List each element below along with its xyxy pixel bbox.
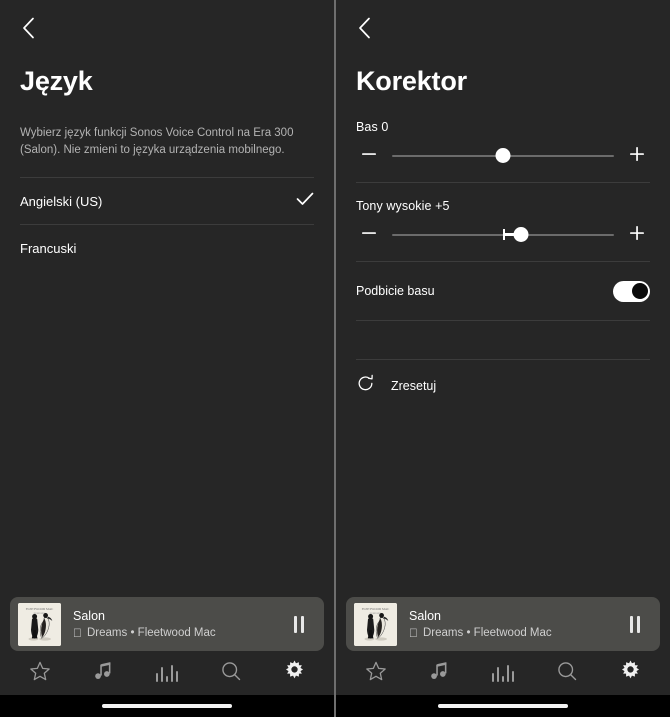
tab-search[interactable] [545, 653, 589, 693]
language-option-list: Angielski (US) Francuski [0, 177, 334, 271]
tab-favorites[interactable] [354, 653, 398, 693]
gear-icon [619, 659, 642, 687]
equalizer-bars-icon [491, 664, 515, 682]
tab-settings[interactable] [608, 653, 652, 693]
now-playing-bar[interactable]: FLEETWOOD MAC RUMOURS Salon Dreams • Fle… [346, 597, 660, 651]
album-art: FLEETWOOD MAC RUMOURS [354, 602, 397, 646]
treble-increase-button[interactable] [624, 223, 650, 247]
star-icon [29, 660, 51, 687]
bass-slider-label: Bas 0 [356, 120, 389, 134]
now-playing-track: Dreams • Fleetwood Mac [78, 626, 216, 639]
page-title-equalizer: Korektor [356, 66, 467, 96]
now-playing-text: Salon  Dreams • Fleetwood Mac [73, 608, 284, 641]
treble-slider-block: Tony wysokie +5 [356, 199, 650, 262]
now-playing-bar[interactable]: FLEETWOOD MAC RUMOURS Salon Dreams • Fle… [10, 597, 324, 651]
gear-icon [283, 659, 306, 687]
toggle-knob [631, 283, 648, 299]
album-art: FLEETWOOD MAC RUMOURS [18, 602, 61, 646]
apple-music-icon:  [73, 626, 82, 640]
bass-increase-button[interactable] [624, 144, 650, 168]
pause-icon [630, 615, 633, 633]
bass-slider-block: Bas 0 [356, 120, 650, 183]
language-bottom-area: FLEETWOOD MAC RUMOURS Salon Dreams • Fle… [0, 597, 334, 717]
pause-button[interactable] [620, 609, 650, 639]
eq-spacer-row [356, 321, 650, 360]
home-indicator-area [0, 695, 334, 717]
language-option-english[interactable]: Angielski (US) [20, 177, 314, 224]
search-icon [556, 660, 578, 687]
minus-icon [361, 146, 377, 167]
dual-screenshot-container: Język Wybierz język funkcji Sonos Voice … [0, 0, 670, 717]
tab-music[interactable] [81, 653, 125, 693]
star-icon [365, 660, 387, 687]
back-button-language[interactable] [14, 14, 42, 42]
check-icon [296, 192, 314, 211]
equalizer-bars-icon [155, 664, 179, 682]
equalizer-screen: Korektor Bas 0 Tony wysokie +5 Podbicie … [336, 0, 670, 717]
bass-slider-row [356, 144, 650, 168]
svg-text:FLEETWOOD MAC: FLEETWOOD MAC [362, 607, 390, 611]
back-button-equalizer[interactable] [350, 14, 378, 42]
home-indicator[interactable] [438, 704, 568, 708]
tab-favorites[interactable] [18, 653, 62, 693]
svg-text:FLEETWOOD MAC: FLEETWOOD MAC [26, 607, 54, 611]
pause-icon [301, 615, 304, 633]
treble-slider-label: Tony wysokie +5 [356, 199, 450, 213]
bass-slider-thumb[interactable] [495, 148, 511, 163]
pause-button[interactable] [284, 609, 314, 639]
pause-icon [637, 615, 640, 633]
now-playing-subtitle-row:  Dreams • Fleetwood Mac [409, 626, 620, 641]
language-option-label: Angielski (US) [20, 193, 103, 209]
tab-bar [0, 651, 334, 695]
treble-slider-thumb[interactable] [513, 227, 529, 242]
language-topbar [0, 0, 334, 56]
now-playing-room: Salon [409, 608, 441, 623]
apple-music-icon:  [409, 626, 418, 640]
now-playing-room: Salon [73, 608, 105, 623]
bass-slider-track[interactable] [392, 144, 614, 168]
bass-decrease-button[interactable] [356, 144, 382, 168]
chevron-left-icon [358, 17, 371, 39]
search-icon [220, 660, 242, 687]
bass-boost-toggle[interactable] [613, 280, 650, 302]
treble-center-tick [503, 229, 505, 240]
music-note-icon [92, 660, 114, 687]
home-indicator[interactable] [102, 704, 232, 708]
now-playing-track: Dreams • Fleetwood Mac [414, 626, 552, 639]
bass-boost-label: Podbicie basu [356, 284, 435, 298]
music-note-icon [428, 660, 450, 687]
language-screen: Język Wybierz język funkcji Sonos Voice … [0, 0, 334, 717]
tab-settings[interactable] [272, 653, 316, 693]
home-indicator-area [336, 695, 670, 717]
minus-icon [361, 225, 377, 246]
tab-bar [336, 651, 670, 695]
reset-button[interactable]: Zresetuj [356, 360, 650, 412]
eq-topbar [336, 0, 670, 56]
reset-label: Zresetuj [391, 379, 437, 393]
tab-equalizer[interactable] [481, 653, 525, 693]
tab-search[interactable] [209, 653, 253, 693]
now-playing-text: Salon  Dreams • Fleetwood Mac [409, 608, 620, 641]
language-description: Wybierz język funkcji Sonos Voice Contro… [20, 127, 294, 156]
chevron-left-icon [22, 17, 35, 39]
eq-controls: Bas 0 Tony wysokie +5 Podbicie basu Zres… [336, 120, 670, 412]
plus-icon [629, 146, 645, 167]
page-title-language: Język [20, 66, 93, 96]
language-option-french[interactable]: Francuski [20, 224, 314, 271]
language-option-label: Francuski [20, 240, 77, 256]
reset-rotate-icon [356, 374, 375, 398]
treble-slider-track[interactable] [392, 223, 614, 247]
treble-slider-row [356, 223, 650, 247]
bass-boost-row: Podbicie basu [356, 262, 650, 321]
plus-icon [629, 225, 645, 246]
treble-decrease-button[interactable] [356, 223, 382, 247]
tab-music[interactable] [417, 653, 461, 693]
eq-bottom-area: FLEETWOOD MAC RUMOURS Salon Dreams • Fle… [336, 597, 670, 717]
tab-equalizer[interactable] [145, 653, 189, 693]
now-playing-subtitle-row:  Dreams • Fleetwood Mac [73, 626, 284, 641]
pause-icon [294, 615, 297, 633]
